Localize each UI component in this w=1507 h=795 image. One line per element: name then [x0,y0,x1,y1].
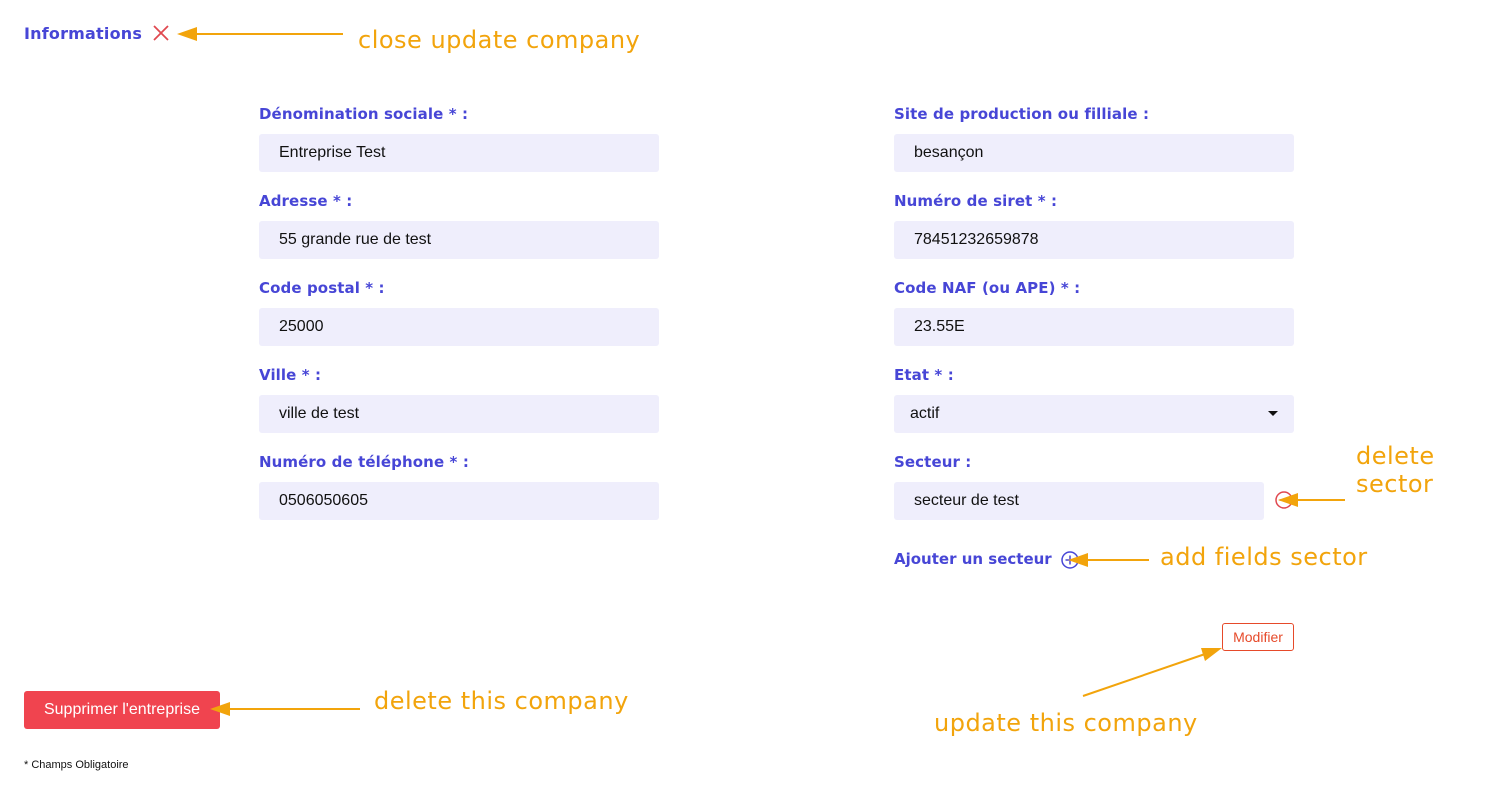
arrow-head-close [177,27,197,41]
label-etat: Etat * : [894,366,954,384]
close-icon[interactable] [150,22,172,44]
annotation-update-company: update this company [934,709,1198,737]
etat-selected-value: actif [910,405,940,422]
annotation-delete-sector-line2: sector [1356,470,1434,498]
code-naf-field[interactable]: 23.55E [894,308,1294,346]
label-code-naf: Code NAF (ou APE) * : [894,279,1081,297]
arrow-update-company [1082,652,1209,697]
label-telephone: Numéro de téléphone * : [259,453,469,471]
arrow-head-update-company [1201,648,1222,661]
delete-company-button[interactable]: Supprimer l'entreprise [24,691,220,729]
etat-select[interactable]: actif [894,395,1294,433]
label-denomination: Dénomination sociale * : [259,105,469,123]
secteur-field[interactable]: secteur de test [894,482,1264,520]
annotation-add-sector: add fields sector [1160,543,1368,571]
ville-field[interactable]: ville de test [259,395,659,433]
label-secteur: Secteur : [894,453,972,471]
page-title: Informations [24,24,143,43]
denomination-field[interactable]: Entreprise Test [259,134,659,172]
code-postal-field[interactable]: 25000 [259,308,659,346]
modifier-button[interactable]: Modifier [1222,623,1294,651]
label-adresse: Adresse * : [259,192,353,210]
add-sector-link[interactable]: Ajouter un secteur [894,550,1052,568]
delete-sector-button[interactable] [1274,490,1294,510]
label-ville: Ville * : [259,366,322,384]
telephone-field[interactable]: 0506050605 [259,482,659,520]
adresse-field[interactable]: 55 grande rue de test [259,221,659,259]
label-code-postal: Code postal * : [259,279,385,297]
annotation-delete-company: delete this company [374,687,629,715]
site-production-field[interactable]: besançon [894,134,1294,172]
minus-circle-icon [1275,491,1293,509]
label-site-production: Site de production ou filliale : [894,105,1150,123]
label-siret: Numéro de siret * : [894,192,1058,210]
annotation-close: close update company [358,26,641,54]
annotation-delete-sector-line1: delete [1356,442,1435,470]
close-button[interactable] [150,22,172,44]
plus-circle-icon [1061,551,1079,569]
siret-field[interactable]: 78451232659878 [894,221,1294,259]
chevron-down-icon [1268,411,1278,416]
add-sector-button[interactable] [1060,550,1080,570]
required-fields-footnote: * Champs Obligatoire [24,759,129,771]
